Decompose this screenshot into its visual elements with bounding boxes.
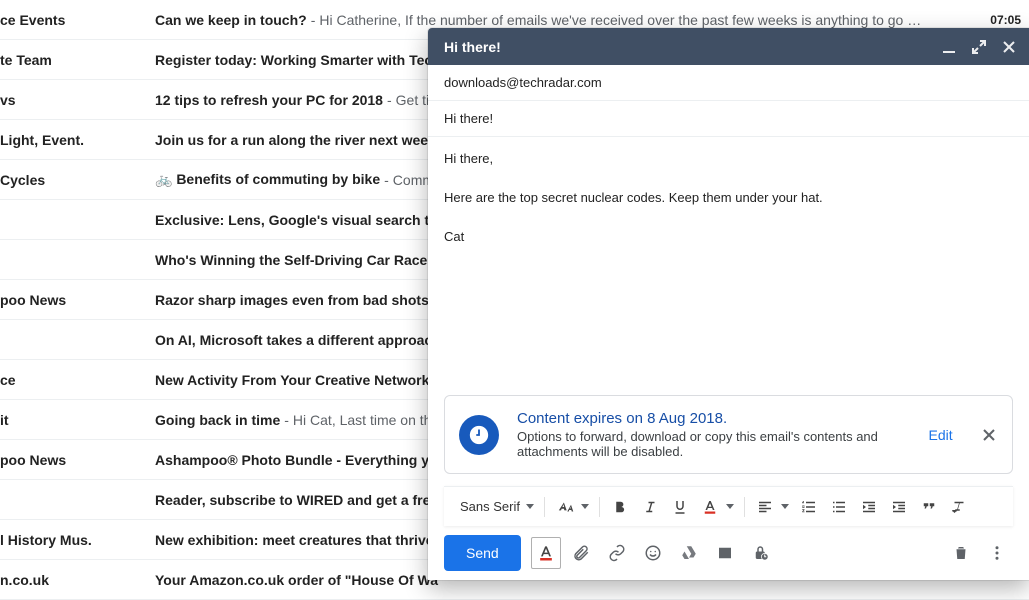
underline-button[interactable] [666, 493, 694, 521]
banner-edit-button[interactable]: Edit [919, 421, 963, 449]
compose-subject-field[interactable]: Hi there! [428, 101, 1029, 137]
email-subject: Ashampoo® Photo Bundle - Everything yo [155, 452, 438, 468]
insert-drive-icon[interactable] [673, 537, 705, 569]
email-subject: Exclusive: Lens, Google's visual search … [155, 212, 446, 228]
banner-title: Content expires on 8 Aug 2018. [517, 410, 901, 427]
email-sender: Cycles [0, 172, 155, 188]
align-button[interactable] [751, 493, 779, 521]
email-sender: vs [0, 92, 155, 108]
email-sender: Light, Event. [0, 132, 155, 148]
more-options-icon[interactable] [981, 537, 1013, 569]
email-subject: 🚲 Benefits of commuting by bike [155, 171, 380, 188]
chevron-down-icon [781, 504, 789, 509]
confidential-mode-icon[interactable] [745, 537, 777, 569]
bulleted-list-button[interactable] [825, 493, 853, 521]
font-family-label: Sans Serif [460, 499, 520, 514]
email-sender: ce Events [0, 12, 155, 28]
email-subject: Going back in time [155, 412, 280, 428]
indent-more-button[interactable] [885, 493, 913, 521]
italic-button[interactable] [636, 493, 664, 521]
email-subject: Join us for a run along the river next w… [155, 132, 436, 148]
font-family-select[interactable]: Sans Serif [452, 495, 538, 518]
banner-text: Options to forward, download or copy thi… [517, 429, 901, 459]
quote-button[interactable] [915, 493, 943, 521]
email-sender: te Team [0, 52, 155, 68]
text-format-toggle-icon[interactable] [531, 537, 561, 569]
text-color-button[interactable] [696, 493, 724, 521]
close-icon[interactable] [997, 35, 1021, 59]
email-subject: 12 tips to refresh your PC for 2018 [155, 92, 383, 108]
confidential-banner: Content expires on 8 Aug 2018. Options t… [444, 395, 1013, 474]
email-subject: Razor sharp images even from bad shots [155, 292, 429, 308]
email-sender: poo News [0, 452, 155, 468]
email-subject: Can we keep in touch? [155, 12, 307, 28]
chevron-down-icon [581, 504, 589, 509]
discard-draft-icon[interactable] [945, 537, 977, 569]
email-subject: New exhibition: meet creatures that thri… [155, 532, 434, 548]
compose-body[interactable]: Hi there, Here are the top secret nuclea… [428, 137, 1029, 395]
insert-emoji-icon[interactable] [637, 537, 669, 569]
email-snippet: Hi Cat, Last time on th [293, 412, 432, 428]
send-bar: Send [428, 526, 1029, 580]
email-sender: ce [0, 372, 155, 388]
fullscreen-icon[interactable] [967, 35, 991, 59]
formatting-toolbar: Sans Serif [444, 486, 1013, 526]
bold-button[interactable] [606, 493, 634, 521]
minimize-icon[interactable] [937, 35, 961, 59]
email-snippet: Get ti [396, 92, 429, 108]
banner-close-icon[interactable] [981, 423, 998, 447]
email-snippet: Hi Catherine, If the number of emails we… [319, 12, 921, 28]
attach-file-icon[interactable] [565, 537, 597, 569]
send-button[interactable]: Send [444, 535, 521, 571]
chevron-down-icon [726, 504, 734, 509]
email-subject: Your Amazon.co.uk order of "House Of Wa [155, 572, 438, 588]
email-subject: Reader, subscribe to WIRED and get a fre… [155, 492, 438, 508]
compose-title: Hi there! [444, 39, 501, 55]
compose-to-field[interactable]: downloads@techradar.com [428, 65, 1029, 101]
font-size-select[interactable] [551, 493, 579, 521]
insert-link-icon[interactable] [601, 537, 633, 569]
email-sender: l History Mus. [0, 532, 155, 548]
remove-format-button[interactable] [945, 493, 973, 521]
email-subject: New Activity From Your Creative Network [155, 372, 429, 388]
email-subject: Register today: Working Smarter with Tec… [155, 52, 441, 68]
indent-less-button[interactable] [855, 493, 883, 521]
email-time: 07:05 [978, 13, 1021, 27]
compose-header: Hi there! [428, 28, 1029, 65]
confidential-clock-icon [459, 415, 499, 455]
chevron-down-icon [526, 504, 534, 509]
email-sender: poo News [0, 292, 155, 308]
numbered-list-button[interactable] [795, 493, 823, 521]
email-subject: Who's Winning the Self-Driving Car Race? [155, 252, 436, 268]
email-sender: n.co.uk [0, 572, 155, 588]
insert-photo-icon[interactable] [709, 537, 741, 569]
email-subject: On AI, Microsoft takes a different appro… [155, 332, 432, 348]
compose-window: Hi there! downloads@techradar.com Hi the… [428, 28, 1029, 580]
email-sender: it [0, 412, 155, 428]
